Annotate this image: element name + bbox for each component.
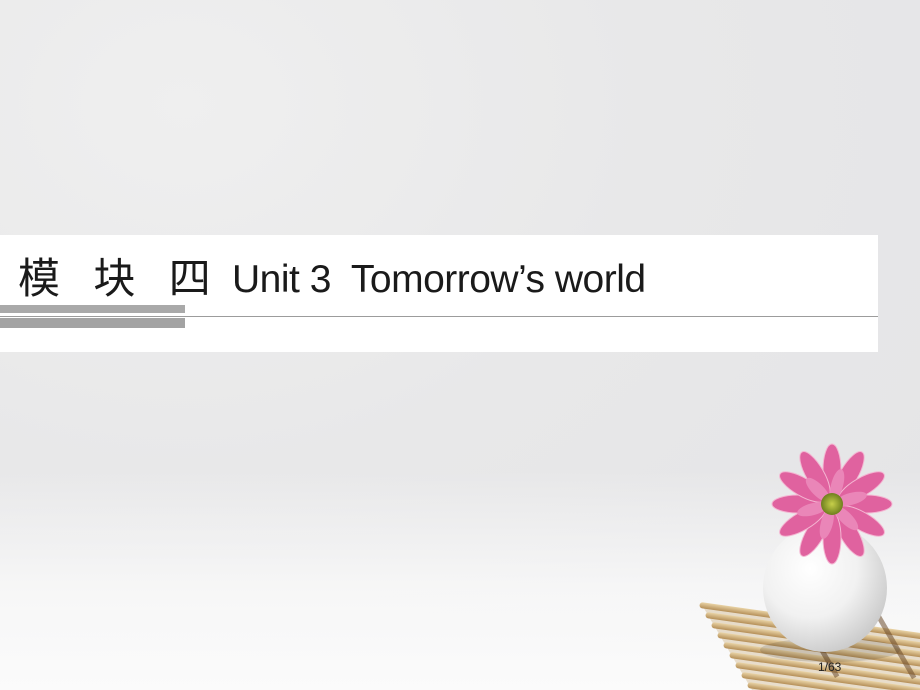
module-label: 模 块 四 xyxy=(18,254,221,303)
title-stripe-upper xyxy=(0,305,185,313)
unit-label: Unit 3 xyxy=(232,258,331,301)
title-rule xyxy=(0,316,878,317)
slide: 模 块 四 Unit 3 Tomorrow’s world 1/63 xyxy=(0,0,920,690)
unit-topic: Tomorrow’s world xyxy=(350,258,646,301)
page-number: 1/63 xyxy=(818,660,842,674)
unit-title: Unit 3 Tomorrow’s world xyxy=(232,260,646,299)
flower-vase-decoration xyxy=(699,443,920,690)
title-stripe-lower xyxy=(0,318,185,328)
